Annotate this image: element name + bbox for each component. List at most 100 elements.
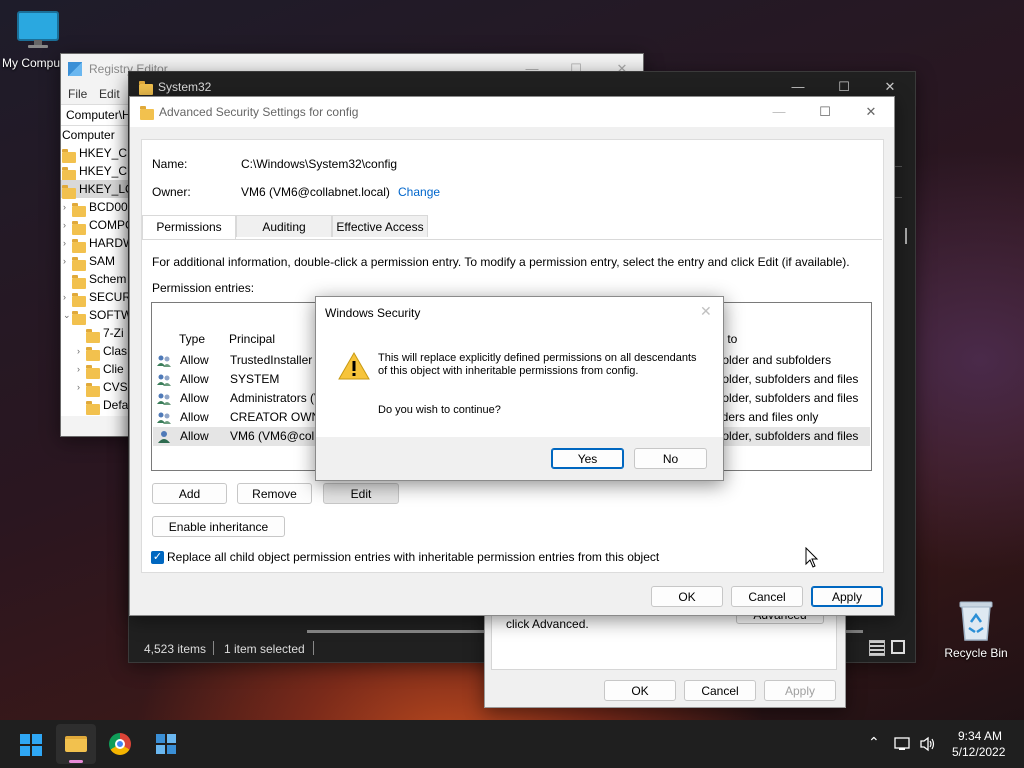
change-owner-link[interactable]: Change — [398, 185, 440, 199]
start-button[interactable] — [20, 734, 42, 756]
windows-logo-icon — [20, 734, 42, 756]
explorer-scrollbar[interactable] — [905, 228, 907, 244]
tree-item[interactable]: Defa — [61, 396, 131, 416]
permission-principal: VM6 (VM6@colla — [230, 429, 324, 443]
replace-child-label[interactable]: Replace all child object permission entr… — [167, 550, 659, 564]
enable-inheritance-button[interactable]: Enable inheritance — [152, 516, 285, 537]
chevron-down-icon[interactable]: ⌄ — [63, 306, 71, 324]
tree-item[interactable]: ⌄ SOFTW — [61, 306, 131, 326]
tab-auditing[interactable]: Auditing — [236, 215, 332, 237]
tree-item[interactable]: › BCD000 — [61, 198, 131, 218]
remove-button[interactable]: Remove — [237, 483, 312, 504]
taskbar-file-explorer[interactable] — [56, 724, 96, 764]
tree-item[interactable]: › SAM — [61, 252, 131, 272]
cancel-button[interactable]: Cancel — [731, 586, 803, 607]
name-value: C:\Windows\System32\config — [241, 157, 398, 171]
ok-button[interactable]: OK — [651, 586, 723, 607]
permission-applies: folder, subfolders and files — [719, 391, 859, 405]
tree-item[interactable]: › Clie — [61, 360, 131, 380]
taskbar-registry-editor[interactable] — [154, 732, 178, 756]
recycle-bin-icon — [959, 601, 993, 641]
taskbar-chrome[interactable] — [108, 732, 132, 756]
close-button[interactable]: ✕ — [700, 303, 712, 320]
chevron-right-icon[interactable]: › — [63, 216, 66, 234]
tree-item[interactable]: › CVS — [61, 378, 131, 398]
tiles-view-icon[interactable] — [891, 640, 905, 654]
chevron-up-icon[interactable]: ⌃ — [868, 734, 880, 751]
dialog-question: Do you wish to continue? — [378, 404, 501, 416]
folder-icon — [139, 81, 153, 96]
tree-item-label: Clie — [103, 362, 124, 376]
chevron-right-icon[interactable]: › — [77, 378, 80, 396]
close-button[interactable]: ✕ — [848, 97, 894, 127]
column-header-type[interactable]: Type — [179, 332, 205, 346]
apply-button[interactable]: Apply — [811, 586, 883, 607]
tree-item[interactable]: HKEY_CLA — [61, 144, 131, 164]
clock-date[interactable]: 5/12/2022 — [952, 745, 1005, 759]
permission-type: Allow — [180, 410, 209, 424]
menu-edit[interactable]: Edit — [99, 87, 120, 101]
tree-item[interactable]: › HARDW — [61, 234, 131, 254]
chevron-right-icon[interactable]: › — [63, 198, 66, 216]
windows-security-dialog[interactable]: Windows Security ✕ This will replace exp… — [315, 296, 724, 481]
details-view-icon[interactable] — [869, 640, 885, 656]
tree-item[interactable]: Schem — [61, 270, 131, 290]
tree-item[interactable]: HKEY_LOC — [61, 180, 131, 200]
permission-principal: CREATOR OWNE — [230, 410, 329, 424]
address-text: Computer\H — [66, 108, 131, 122]
permission-type: Allow — [180, 372, 209, 386]
permission-type: Allow — [180, 353, 209, 367]
cancel-button[interactable]: Cancel — [684, 680, 756, 701]
tab-effective-access[interactable]: Effective Access — [332, 215, 428, 237]
menu-file[interactable]: File — [68, 87, 87, 101]
owner-label: Owner: — [152, 185, 191, 199]
tree-item[interactable]: › COMPO — [61, 216, 131, 236]
chevron-right-icon[interactable]: › — [63, 234, 66, 252]
chevron-right-icon[interactable]: › — [63, 252, 66, 270]
tree-item[interactable]: Computer — [61, 126, 131, 144]
status-divider — [213, 641, 214, 655]
permission-principal: SYSTEM — [230, 372, 280, 386]
chevron-right-icon[interactable]: › — [77, 360, 80, 378]
tree-item-label: Schem — [89, 272, 127, 286]
tree-item-label: BCD000 — [89, 200, 131, 214]
ok-button[interactable]: OK — [604, 680, 676, 701]
column-header-principal[interactable]: Principal — [229, 332, 275, 346]
network-icon[interactable] — [894, 736, 912, 752]
tab-permissions[interactable]: Permissions — [142, 215, 236, 239]
edit-button[interactable]: Edit — [323, 483, 399, 504]
folder-icon — [140, 106, 154, 121]
registry-address-bar[interactable]: Computer\H — [61, 104, 131, 126]
chevron-right-icon[interactable]: › — [63, 288, 66, 306]
replace-child-checkbox[interactable]: ✓ — [151, 551, 164, 564]
add-button[interactable]: Add — [152, 483, 227, 504]
active-indicator — [69, 760, 83, 763]
no-button[interactable]: No — [634, 448, 707, 469]
status-divider — [313, 641, 314, 655]
apply-button[interactable]: Apply — [764, 680, 836, 701]
permission-applies: folder and subfolders — [719, 353, 832, 367]
permission-entries-label: Permission entries: — [152, 281, 255, 295]
yes-button[interactable]: Yes — [551, 448, 624, 469]
minimize-button[interactable]: — — [756, 97, 802, 127]
user-group-icon — [157, 392, 171, 405]
user-group-icon — [157, 411, 171, 424]
tree-item-label: SAM — [89, 254, 116, 268]
volume-icon[interactable] — [919, 736, 937, 752]
advanced-titlebar[interactable]: Advanced Security Settings for config — … — [130, 97, 894, 127]
tree-item-label: CVS — [103, 380, 128, 394]
tree-item[interactable]: 7-Zi — [61, 324, 131, 344]
tree-item-label: HKEY_CLA — [79, 146, 131, 160]
maximize-button[interactable]: ☐ — [802, 97, 848, 127]
status-item-count: 4,523 items — [144, 642, 207, 656]
chevron-right-icon[interactable]: › — [77, 342, 80, 360]
permission-applies: folder, subfolders and files — [719, 372, 859, 386]
tree-item[interactable]: HKEY_CUF — [61, 162, 131, 182]
registry-tree[interactable]: ComputerHKEY_CLAHKEY_CUFHKEY_LOC›BCD000›… — [61, 126, 131, 416]
tree-item[interactable]: › Clas — [61, 342, 131, 362]
desktop-icon-recycle-bin[interactable]: Recycle Bin — [940, 598, 1012, 660]
tree-item[interactable]: › SECURI — [61, 288, 131, 308]
registry-editor-icon — [156, 734, 176, 754]
clock-time[interactable]: 9:34 AM — [958, 729, 1002, 743]
permission-type: Allow — [180, 391, 209, 405]
